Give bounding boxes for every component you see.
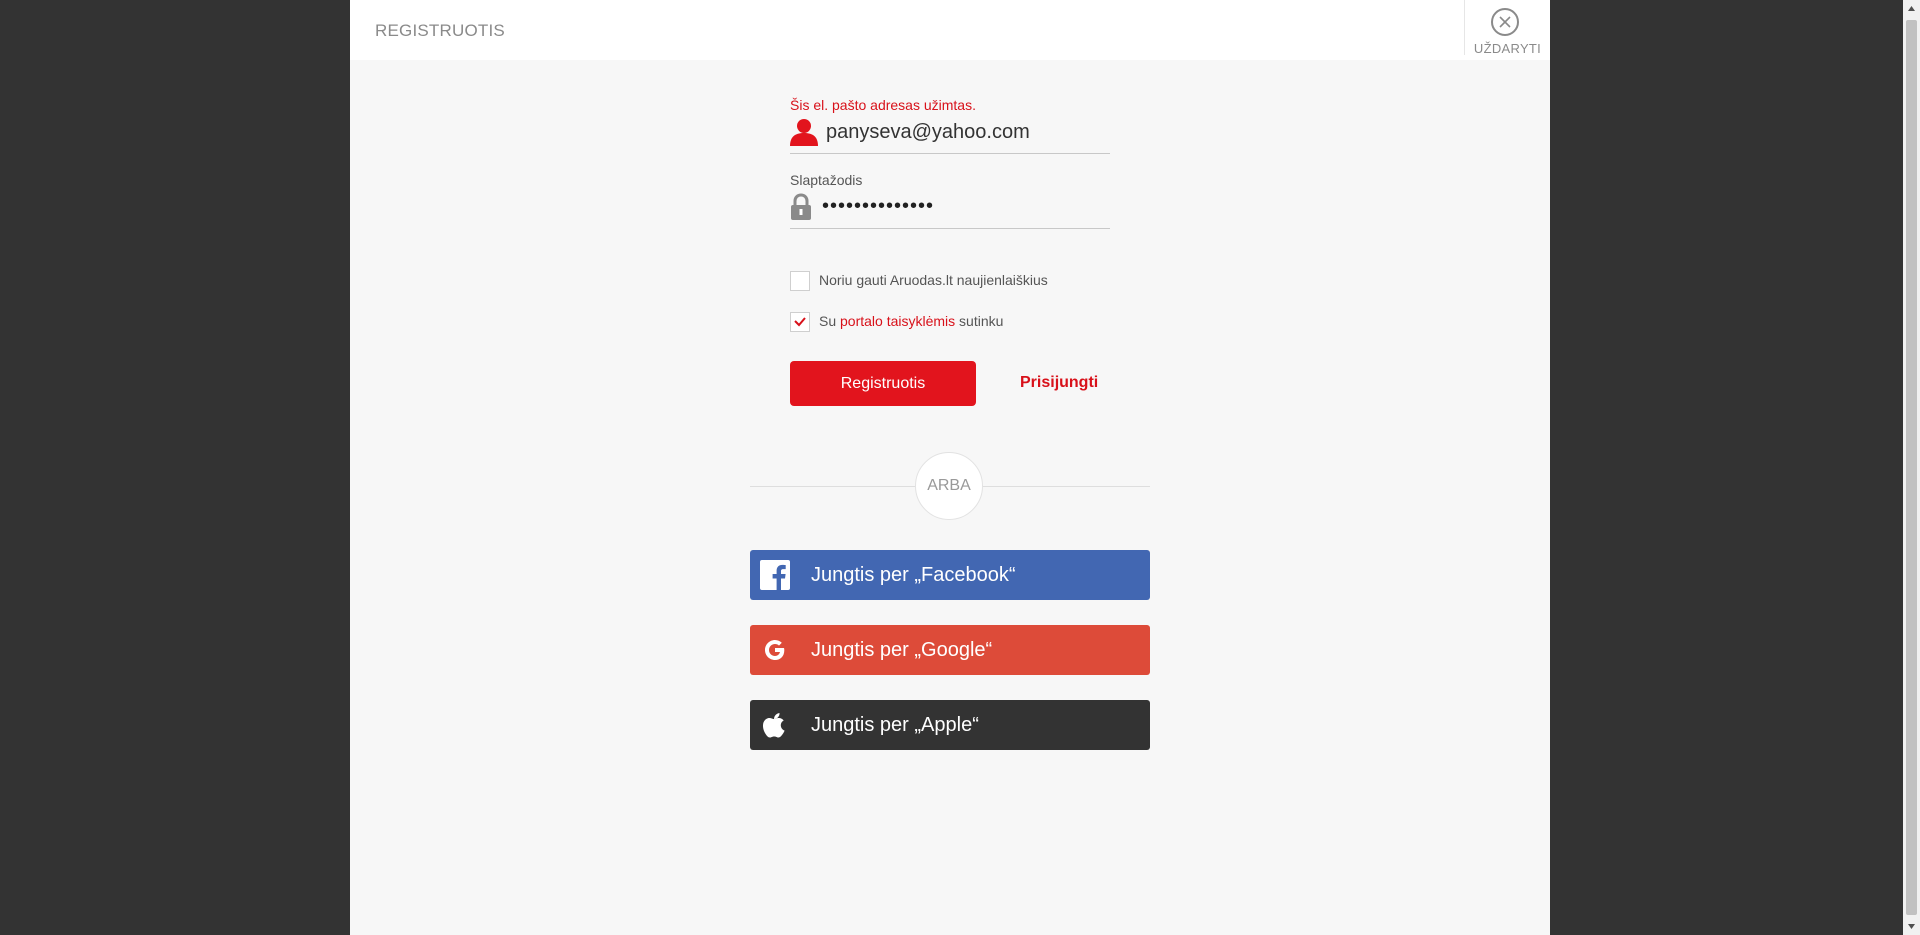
password-label: Slaptažodis <box>790 172 863 188</box>
close-button[interactable]: UŽDARYTI <box>1464 0 1550 56</box>
login-link[interactable]: Prisijungti <box>1020 374 1098 392</box>
google-login-button[interactable]: Jungtis per „Google“ <box>750 625 1150 675</box>
facebook-login-label: Jungtis per „Facebook“ <box>811 564 1016 586</box>
google-login-label: Jungtis per „Google“ <box>811 639 993 661</box>
newsletter-checkbox[interactable] <box>790 271 810 291</box>
password-underline <box>790 228 1110 229</box>
checkmark-icon <box>794 317 806 327</box>
google-icon <box>765 640 785 660</box>
modal-header: REGISTRUOTIS UŽDARYTI <box>350 0 1550 60</box>
apple-icon <box>762 713 785 738</box>
email-error-message: Šis el. pašto adresas užimtas. <box>790 97 976 113</box>
password-field[interactable]: •••••••••••••• <box>790 192 1110 230</box>
close-icon <box>1491 8 1519 36</box>
register-button[interactable]: Registruotis <box>790 361 976 406</box>
password-value: •••••••••••••• <box>822 195 935 217</box>
terms-label: Su portalo taisyklėmis sutinku <box>819 313 1003 329</box>
apple-login-button[interactable]: Jungtis per „Apple“ <box>750 700 1150 750</box>
user-icon <box>790 119 818 146</box>
newsletter-label: Noriu gauti Aruodas.lt naujienlaiškius <box>819 272 1048 288</box>
facebook-icon <box>760 560 790 590</box>
vertical-scrollbar[interactable] <box>1903 0 1920 935</box>
modal-title: REGISTRUOTIS <box>375 21 505 40</box>
facebook-login-button[interactable]: Jungtis per „Facebook“ <box>750 550 1150 600</box>
email-value: panyseva@yahoo.com <box>826 121 1030 143</box>
terms-checkbox[interactable] <box>790 312 810 332</box>
apple-login-label: Jungtis per „Apple“ <box>811 714 979 736</box>
terms-link[interactable]: portalo taisyklėmis <box>840 313 955 329</box>
scroll-up-icon[interactable] <box>1903 0 1920 17</box>
email-underline <box>790 153 1110 154</box>
terms-prefix: Su <box>819 313 841 329</box>
scrollbar-thumb[interactable] <box>1906 20 1917 915</box>
register-modal: REGISTRUOTIS UŽDARYTI Šis el. pašto adre… <box>350 0 1550 935</box>
lock-icon <box>791 193 811 220</box>
or-divider: ARBA <box>915 452 983 520</box>
close-label: UŽDARYTI <box>1473 41 1542 56</box>
terms-suffix: sutinku <box>955 313 1004 329</box>
scroll-down-icon[interactable] <box>1903 918 1920 935</box>
email-field[interactable]: panyseva@yahoo.com <box>790 115 1110 155</box>
